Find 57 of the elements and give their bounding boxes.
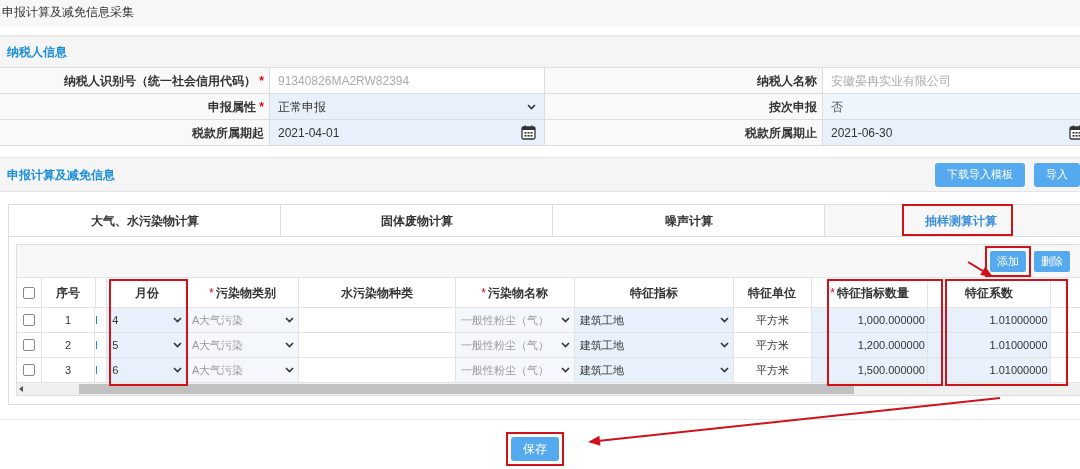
date-field[interactable]: 2021-06-30 (823, 120, 1080, 145)
row-marker-icon (96, 366, 98, 374)
field-label: 纳税人识别号（统一社会信用代码） * (0, 68, 270, 93)
checkbox[interactable] (22, 364, 35, 376)
column-header: * 特征指标数量 (812, 278, 928, 307)
column-header: * 污染物类别 (186, 278, 299, 307)
select-field[interactable]: 正常申报 (270, 94, 545, 119)
date-field[interactable]: 2021-04-01 (270, 120, 545, 145)
table-cell[interactable]: 1.01000000 (927, 333, 1051, 357)
chevron-down-icon (719, 342, 729, 348)
row-marker-icon (96, 316, 98, 324)
page-title: 申报计算及减免信息采集 (2, 5, 134, 19)
chevron-down-icon (284, 367, 294, 373)
chevron-down-icon (284, 317, 294, 323)
select-field[interactable]: 6 (107, 358, 187, 382)
chevron-down-icon (560, 342, 570, 348)
section-title: 纳税人信息 (7, 44, 67, 61)
field-label: 纳税人名称 (545, 68, 823, 93)
chevron-down-icon (527, 103, 536, 110)
table-cell[interactable]: 1,000.000000 (812, 308, 928, 332)
table-cell[interactable]: 1.01000000 (927, 308, 1051, 332)
field-value: 否 (823, 94, 1080, 119)
row-marker-icon (96, 341, 98, 349)
chevron-down-icon (284, 342, 294, 348)
column-header: * 污染物名称 (455, 278, 575, 307)
section-title: 申报计算及减免信息 (7, 166, 115, 184)
select-field[interactable]: 5 (107, 333, 187, 357)
chevron-down-icon (172, 367, 182, 373)
column-header: 特征单位 (733, 278, 813, 307)
chevron-down-icon (172, 342, 182, 348)
chevron-down-icon (172, 317, 182, 323)
column-header: 水污染物种类 (298, 278, 456, 307)
select-field[interactable]: 建筑工地 (574, 358, 734, 382)
field-label: 税款所属期止 (545, 120, 823, 145)
chevron-down-icon (719, 367, 729, 373)
field-label: 申报属性 * (0, 94, 270, 119)
checkbox[interactable] (22, 339, 35, 351)
checkbox[interactable] (22, 314, 35, 326)
horizontal-scrollbar[interactable] (17, 383, 1080, 395)
field-label: 税款所属期起 (0, 120, 270, 145)
field-label: 按次申报 (545, 94, 823, 119)
checkbox[interactable] (22, 286, 35, 299)
chevron-down-icon (719, 317, 729, 323)
select-field[interactable]: 4 (107, 308, 187, 332)
column-header: 特征系数 (927, 278, 1051, 307)
column-header: 序号 (41, 278, 96, 307)
column-header: 月份 (107, 278, 187, 307)
select-field[interactable]: 建筑工地 (574, 308, 734, 332)
column-header: 特征指标 (574, 278, 734, 307)
chevron-down-icon (560, 367, 570, 373)
table-cell[interactable]: 1,200.000000 (812, 333, 928, 357)
calendar-icon[interactable] (1069, 125, 1080, 140)
chevron-down-icon (560, 317, 570, 323)
table-cell[interactable]: 1.01000000 (927, 358, 1051, 382)
select-field[interactable]: 建筑工地 (574, 333, 734, 357)
table-cell[interactable]: 1,500.000000 (812, 358, 928, 382)
calendar-icon[interactable] (521, 125, 536, 140)
